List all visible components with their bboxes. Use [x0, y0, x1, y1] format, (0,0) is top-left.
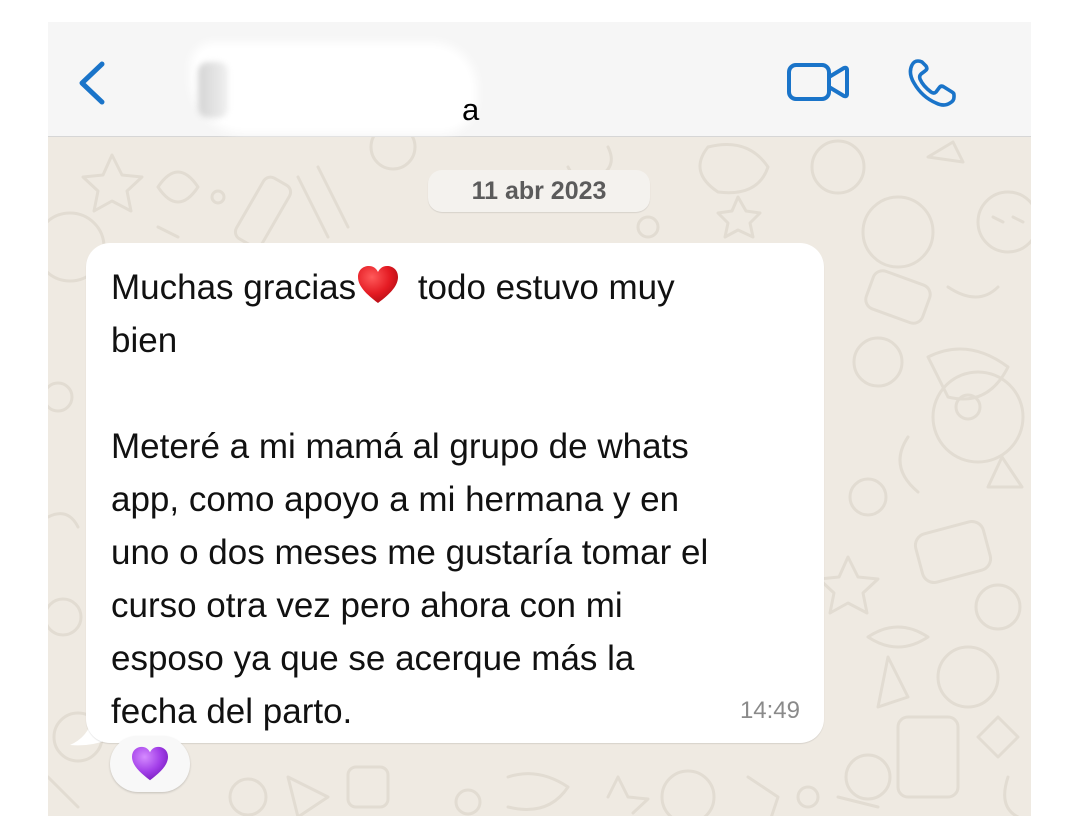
message-line: uno o dos meses me gustaría tomar el	[111, 533, 709, 572]
message-bubble[interactable]: Muchas gracias todo estuvo muy bien Mete…	[86, 243, 824, 743]
message-text: Muchas gracias todo estuvo muy bien Mete…	[111, 261, 811, 738]
message-reaction[interactable]	[110, 736, 190, 792]
chat-window: a 11 abr 2023 Muchas gracias todo estuvo…	[48, 22, 1031, 816]
date-separator: 11 abr 2023	[428, 170, 650, 212]
redacted-contact-name	[196, 48, 471, 128]
back-button[interactable]	[72, 58, 112, 108]
message-text-segment: todo estuvo muy	[408, 268, 675, 307]
video-camera-icon	[787, 63, 849, 101]
phone-icon	[908, 59, 956, 107]
contact-info[interactable]: a	[196, 48, 496, 128]
chat-header: a	[48, 22, 1031, 137]
voice-call-button[interactable]	[906, 57, 958, 109]
message-line: app, como apoyo a mi hermana y en	[111, 480, 680, 519]
message-line: Muchas gracias todo estuvo muy	[111, 261, 811, 314]
message-line	[111, 367, 811, 420]
message-line: bien	[111, 321, 178, 360]
message-text-segment: Muchas gracias	[111, 268, 357, 307]
video-call-button[interactable]	[786, 60, 850, 104]
purple-heart-emoji-icon	[132, 746, 168, 781]
message-timestamp: 14:49	[739, 697, 800, 724]
contact-name: a	[462, 92, 480, 127]
message-line: fecha del parto.	[111, 692, 353, 731]
message-line: curso otra vez pero ahora con mi	[111, 586, 623, 625]
chevron-left-icon	[79, 61, 105, 105]
message-line: Meteré a mi mamá al grupo de whats	[111, 427, 689, 466]
message-line: esposo ya que se acerque más la	[111, 639, 635, 678]
red-heart-emoji-icon	[358, 266, 399, 303]
chat-area[interactable]: 11 abr 2023 Muchas gracias todo estuvo m…	[48, 137, 1031, 816]
